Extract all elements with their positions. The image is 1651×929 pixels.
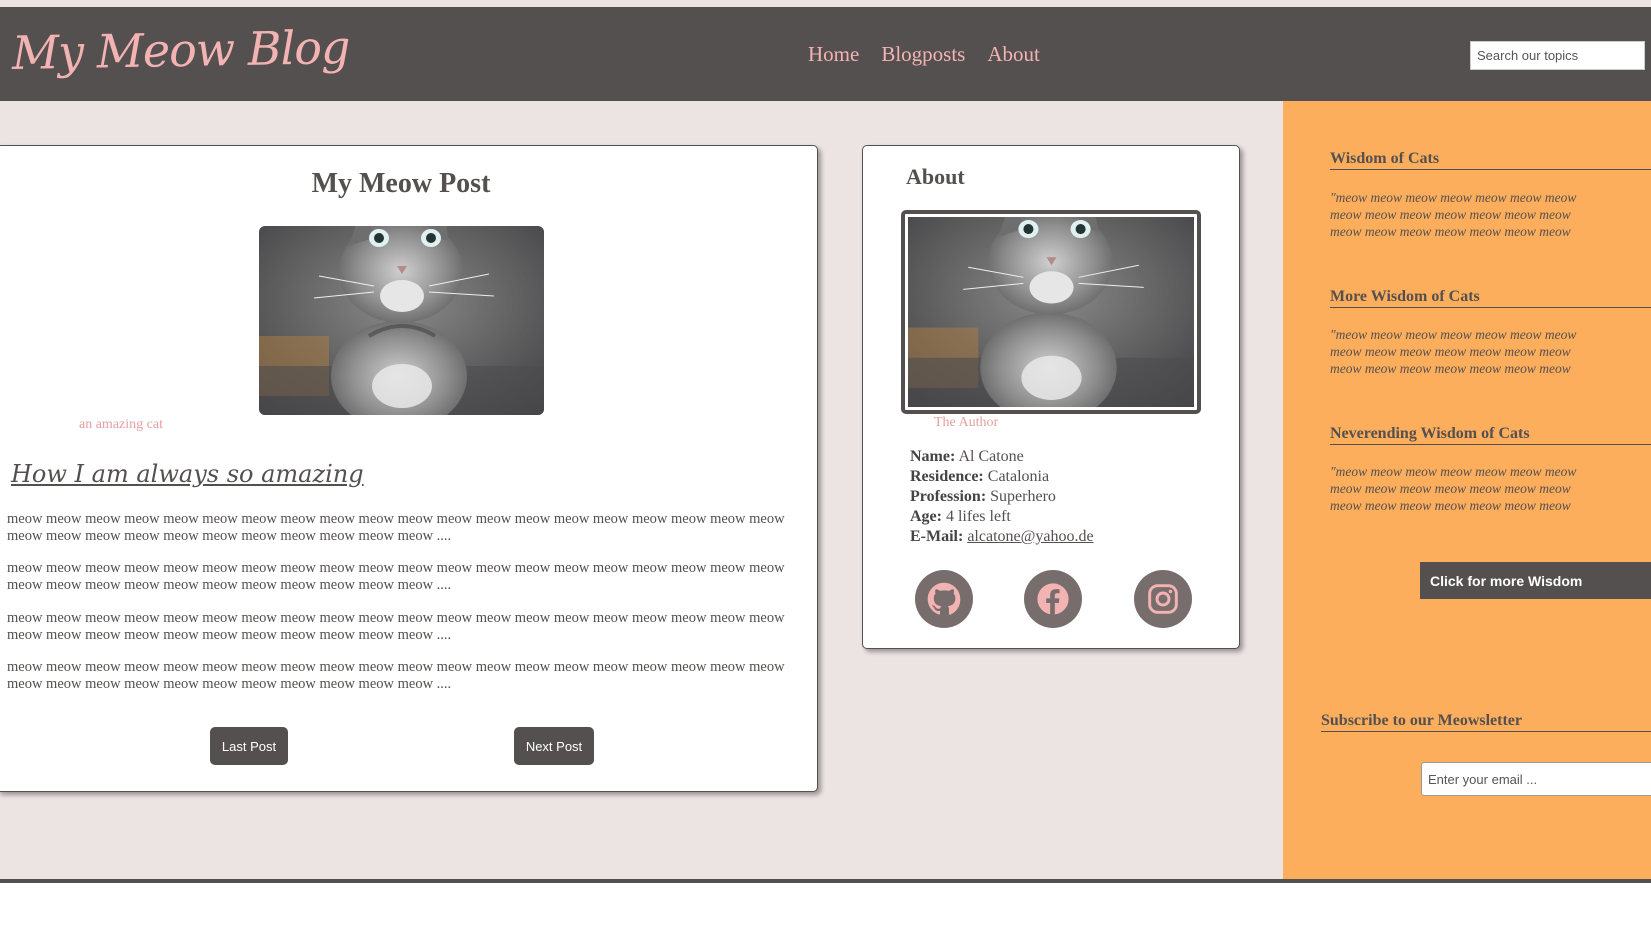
sidebar-heading: Wisdom of Cats xyxy=(1330,150,1651,170)
author-photo xyxy=(908,217,1194,407)
wisdom-sidebar: Wisdom of Cats "meow meow meow meow meow… xyxy=(1283,101,1651,880)
info-row-name: Name: Al Catone xyxy=(910,447,1094,467)
subscribe-heading: Subscribe to our Meowsletter xyxy=(1321,712,1651,732)
info-label: Residence: xyxy=(910,468,984,485)
post-paragraph: meow meow meow meow meow meow meow meow … xyxy=(7,610,785,643)
sidebar-text: "meow meow meow meow meow meow meow meow… xyxy=(1330,327,1577,376)
main-nav: Home Blogposts About xyxy=(808,42,1040,67)
info-row-age: Age: 4 lifes left xyxy=(910,507,1094,527)
nav-home[interactable]: Home xyxy=(808,42,859,67)
post-image-caption: an amazing cat xyxy=(79,417,163,432)
site-logo[interactable]: My Meow Blog xyxy=(12,20,350,80)
email-link[interactable]: alcatone@yahoo.de xyxy=(967,528,1093,545)
info-label: E-Mail: xyxy=(910,528,964,545)
nav-about[interactable]: About xyxy=(987,42,1040,67)
info-row-email: E-Mail: alcatone@yahoo.de xyxy=(910,527,1094,547)
post-subtitle[interactable]: How I am always so amazing xyxy=(11,460,364,488)
sidebar-text: "meow meow meow meow meow meow meow meow… xyxy=(1330,464,1577,513)
top-strip xyxy=(0,0,1651,7)
next-post-button[interactable]: Next Post xyxy=(514,727,594,765)
info-value: Superhero xyxy=(990,488,1056,505)
info-label: Profession: xyxy=(910,488,987,505)
cat-photo xyxy=(259,226,544,415)
about-card: About The Author Name: Al Catone Residen… xyxy=(862,145,1240,649)
post-paragraph: meow meow meow meow meow meow meow meow … xyxy=(7,560,785,593)
more-wisdom-button[interactable]: Click for more Wisdom xyxy=(1420,562,1651,599)
author-info: Name: Al Catone Residence: Catalonia Pro… xyxy=(910,447,1094,547)
instagram-icon[interactable] xyxy=(1134,570,1192,628)
sidebar-text: "meow meow meow meow meow meow meow meow… xyxy=(1330,190,1577,239)
sidebar-heading: Neverending Wisdom of Cats xyxy=(1330,425,1651,445)
post-card: My Meow Post an amazing cat How I am alw… xyxy=(0,145,818,792)
author-photo-frame xyxy=(901,210,1201,414)
info-value: Al Catone xyxy=(958,448,1024,465)
nav-blogposts[interactable]: Blogposts xyxy=(881,42,965,67)
info-label: Age: xyxy=(910,508,942,525)
github-icon[interactable] xyxy=(915,570,973,628)
last-post-button[interactable]: Last Post xyxy=(210,727,288,765)
info-row-profession: Profession: Superhero xyxy=(910,487,1094,507)
site-header: My Meow Blog Home Blogposts About xyxy=(0,7,1651,101)
post-paragraph: meow meow meow meow meow meow meow meow … xyxy=(7,659,785,692)
post-title: My Meow Post xyxy=(311,168,491,199)
email-field[interactable] xyxy=(1421,762,1651,796)
about-title: About xyxy=(906,164,965,189)
info-value: 4 lifes left xyxy=(945,508,1011,525)
facebook-icon[interactable] xyxy=(1024,570,1082,628)
info-row-residence: Residence: Catalonia xyxy=(910,467,1094,487)
author-caption: The Author xyxy=(934,415,999,430)
post-paragraph: meow meow meow meow meow meow meow meow … xyxy=(7,511,785,544)
search-input[interactable] xyxy=(1470,41,1645,70)
sidebar-heading: More Wisdom of Cats xyxy=(1330,288,1651,308)
info-value: Catalonia xyxy=(987,468,1050,485)
below-page xyxy=(0,883,1651,929)
info-label: Name: xyxy=(910,448,956,465)
